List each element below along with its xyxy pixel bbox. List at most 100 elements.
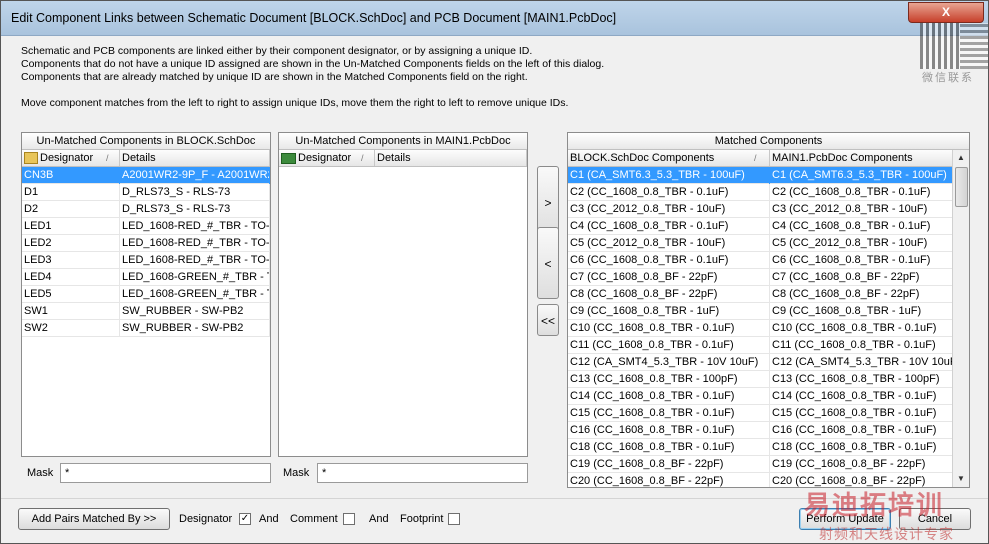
table-row[interactable]: C11 (CC_1608_0.8_TBR - 0.1uF) C11 (CC_160… [568, 337, 953, 354]
column-details-header[interactable]: Details [375, 150, 527, 166]
designator-cell: CN3B [22, 167, 120, 184]
table-row[interactable]: C14 (CC_1608_0.8_TBR - 0.1uF) C14 (CC_160… [568, 388, 953, 405]
remove-match-button[interactable]: < [537, 227, 559, 299]
details-cell: D_RLS73_S - RLS-73 [120, 184, 270, 201]
panel-title: Un-Matched Components in BLOCK.SchDoc [22, 133, 270, 150]
table-row[interactable]: D2 D_RLS73_S - RLS-73 [22, 201, 270, 218]
details-cell: D_RLS73_S - RLS-73 [120, 201, 270, 218]
pcbdoc-component-cell: C3 (CC_2012_0.8_TBR - 10uF) [770, 201, 953, 218]
table-row[interactable]: CN3BA2001WR2-9P_F - A2001WR2-9P_F [22, 167, 270, 184]
schdoc-component-cell: C6 (CC_1608_0.8_TBR - 0.1uF) [568, 252, 770, 269]
qr-code-watermark [920, 23, 960, 69]
table-row[interactable]: C9 (CC_1608_0.8_TBR - 1uF) C9 (CC_1608_0.… [568, 303, 953, 320]
folder-icon [24, 152, 38, 165]
scrollbar-thumb[interactable] [955, 167, 968, 207]
description-line: Move component matches from the left to … [21, 97, 569, 109]
details-cell: LED_1608-RED_#_TBR - TO-LED [120, 218, 270, 235]
scroll-up-icon[interactable]: ▲ [953, 150, 969, 166]
schdoc-component-cell: C8 (CC_1608_0.8_BF - 22pF) [568, 286, 770, 303]
table-row[interactable]: C8 (CC_1608_0.8_BF - 22pF) C8 (CC_1608_0.… [568, 286, 953, 303]
table-row[interactable]: LED4LED_1608-GREEN_#_TBR - TO-LED [22, 269, 270, 286]
table-row[interactable]: C4 (CC_1608_0.8_TBR - 0.1uF) C4 (CC_1608_… [568, 218, 953, 235]
comment-checkbox[interactable] [343, 513, 355, 525]
pcbdoc-component-cell: C13 (CC_1608_0.8_TBR - 100pF) [770, 371, 953, 388]
schdoc-component-cell: C20 (CC_1608_0.8_BF - 22pF) [568, 473, 770, 487]
table-row[interactable]: C13 (CC_1608_0.8_TBR - 100pF) C13 (CC_160… [568, 371, 953, 388]
vertical-scrollbar[interactable]: ▲ ▼ [952, 150, 969, 487]
remove-all-matches-button[interactable]: << [537, 304, 559, 336]
table-row[interactable]: C7 (CC_1608_0.8_BF - 22pF) C7 (CC_1608_0.… [568, 269, 953, 286]
unmatched-schdoc-panel: Un-Matched Components in BLOCK.SchDoc De… [21, 132, 271, 457]
add-pairs-matched-by-button[interactable]: Add Pairs Matched By >> [18, 508, 170, 530]
pcbdoc-component-cell: C7 (CC_1608_0.8_BF - 22pF) [770, 269, 953, 286]
mid-mask-input[interactable]: * [317, 463, 528, 483]
column-label: Details [122, 152, 156, 164]
table-row[interactable]: C10 (CC_1608_0.8_TBR - 0.1uF) C10 (CC_160… [568, 320, 953, 337]
designator-cell: LED3 [22, 252, 120, 269]
table-row[interactable]: SW2 SW_RUBBER - SW-PB2 [22, 320, 270, 337]
scroll-down-icon[interactable]: ▼ [953, 471, 969, 487]
details-cell: LED_1608-RED_#_TBR - TO-LED [120, 235, 270, 252]
table-row[interactable]: C16 (CC_1608_0.8_TBR - 0.1uF) C16 (CC_160… [568, 422, 953, 439]
table-row[interactable]: LED2LED_1608-RED_#_TBR - TO-LED [22, 235, 270, 252]
designator-cell: D1 [22, 184, 120, 201]
column-headers: Designator / Details [22, 150, 270, 167]
table-row[interactable]: SW1 SW_RUBBER - SW-PB2 [22, 303, 270, 320]
column-designator-header[interactable]: Designator / [22, 150, 120, 166]
schdoc-component-cell: C12 (CA_SMT4_5.3_TBR - 10V 10uF) [568, 354, 770, 371]
schdoc-component-cell: C3 (CC_2012_0.8_TBR - 10uF) [568, 201, 770, 218]
schdoc-component-cell: C15 (CC_1608_0.8_TBR - 0.1uF) [568, 405, 770, 422]
sort-indicator-icon: / [106, 153, 109, 163]
title-bar: Edit Component Links between Schematic D… [1, 1, 988, 36]
designator-cell: LED4 [22, 269, 120, 286]
column-details-header[interactable]: Details [120, 150, 270, 166]
table-row[interactable]: LED3LED_1608-RED_#_TBR - TO-LED [22, 252, 270, 269]
left-mask-input[interactable]: * [60, 463, 271, 483]
mid-mask-label: Mask [283, 467, 310, 479]
footprint-checkbox[interactable] [448, 513, 460, 525]
and-label: And [369, 513, 389, 525]
details-cell: LED_1608-GREEN_#_TBR - TO-LED [120, 269, 270, 286]
table-row[interactable]: C18 (CC_1608_0.8_TBR - 0.1uF) C18 (CC_160… [568, 439, 953, 456]
pcbdoc-component-cell: C2 (CC_1608_0.8_TBR - 0.1uF) [770, 184, 953, 201]
table-row[interactable]: D1 D_RLS73_S - RLS-73 [22, 184, 270, 201]
table-row[interactable]: C19 (CC_1608_0.8_BF - 22pF) C19 (CC_1608_… [568, 456, 953, 473]
qr-code-watermark-edge [960, 23, 988, 69]
pcbdoc-component-cell: C14 (CC_1608_0.8_TBR - 0.1uF) [770, 388, 953, 405]
column-pcbdoc-header[interactable]: MAIN1.PcbDoc Components [770, 150, 954, 166]
table-row[interactable]: LED5LED_1608-GREEN_#_TBR - TO-LED [22, 286, 270, 303]
column-headers: BLOCK.SchDoc Components / MAIN1.PcbDoc C… [568, 150, 954, 167]
close-button[interactable]: X [908, 2, 984, 23]
watermark-brand: 易迪拓培训 [804, 490, 945, 520]
designator-checkbox[interactable]: ✓ [239, 513, 251, 525]
pcbdoc-component-cell: C15 (CC_1608_0.8_TBR - 0.1uF) [770, 405, 953, 422]
watermark-contact: 微信联系 [922, 72, 974, 84]
table-row[interactable]: C12 (CA_SMT4_5.3_TBR - 10V 10uF) C12 (CA_… [568, 354, 953, 371]
description-line: Schematic and PCB components are linked … [21, 45, 533, 57]
column-schdoc-header[interactable]: BLOCK.SchDoc Components / [568, 150, 770, 166]
table-row[interactable]: C1 (CA_SMT6.3_5.3_TBR - 100uF) C1 (CA_SMT… [568, 167, 953, 184]
unmatched-pcbdoc-panel: Un-Matched Components in MAIN1.PcbDoc De… [278, 132, 528, 457]
pcbdoc-component-cell: C4 (CC_1608_0.8_TBR - 0.1uF) [770, 218, 953, 235]
table-row[interactable]: C2 (CC_1608_0.8_TBR - 0.1uF) C2 (CC_1608_… [568, 184, 953, 201]
details-cell: LED_1608-GREEN_#_TBR - TO-LED [120, 286, 270, 303]
comment-label: Comment [290, 513, 338, 525]
schdoc-component-cell: C19 (CC_1608_0.8_BF - 22pF) [568, 456, 770, 473]
designator-cell: LED2 [22, 235, 120, 252]
table-row[interactable]: C6 (CC_1608_0.8_TBR - 0.1uF) C6 (CC_1608_… [568, 252, 953, 269]
schdoc-component-cell: C7 (CC_1608_0.8_BF - 22pF) [568, 269, 770, 286]
schdoc-component-cell: C9 (CC_1608_0.8_TBR - 1uF) [568, 303, 770, 320]
schdoc-component-cell: C2 (CC_1608_0.8_TBR - 0.1uF) [568, 184, 770, 201]
table-row[interactable]: C15 (CC_1608_0.8_TBR - 0.1uF) C15 (CC_160… [568, 405, 953, 422]
matched-components-panel: Matched Components BLOCK.SchDoc Componen… [567, 132, 970, 488]
schdoc-component-cell: C11 (CC_1608_0.8_TBR - 0.1uF) [568, 337, 770, 354]
details-cell: LED_1608-RED_#_TBR - TO-LED [120, 252, 270, 269]
column-designator-header[interactable]: Designator / [279, 150, 375, 166]
table-row[interactable]: LED1LED_1608-RED_#_TBR - TO-LED [22, 218, 270, 235]
schdoc-component-cell: C13 (CC_1608_0.8_TBR - 100pF) [568, 371, 770, 388]
table-row[interactable]: C3 (CC_2012_0.8_TBR - 10uF) C3 (CC_2012_0… [568, 201, 953, 218]
table-row[interactable]: C5 (CC_2012_0.8_TBR - 10uF) C5 (CC_2012_0… [568, 235, 953, 252]
designator-cell: SW1 [22, 303, 120, 320]
panel-title: Un-Matched Components in MAIN1.PcbDoc [279, 133, 527, 150]
watermark-tagline: 射频和天线设计专家 [819, 526, 954, 542]
